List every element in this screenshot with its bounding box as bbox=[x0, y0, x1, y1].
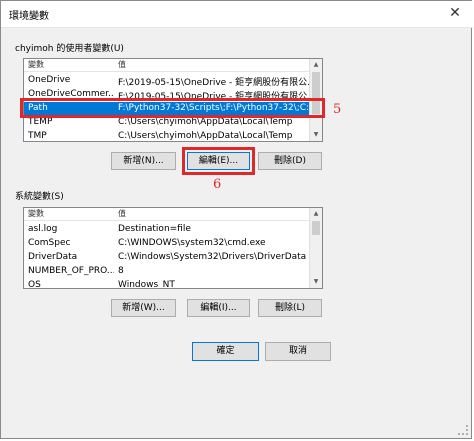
scroll-down-icon[interactable]: ▼ bbox=[310, 276, 322, 288]
vertical-scrollbar[interactable]: ▲ ▼ bbox=[309, 208, 322, 288]
table-row[interactable]: NUMBER_OF_PRO... 8 bbox=[24, 265, 310, 278]
table-row[interactable]: DriverData C:\Windows\System32\Drivers\D… bbox=[24, 251, 310, 264]
list-header: 變數 值 bbox=[24, 208, 310, 221]
variable-value: C:\Windows\System32\Drivers\DriverData bbox=[118, 252, 307, 262]
scroll-up-icon[interactable]: ▲ bbox=[310, 59, 322, 71]
variable-name: OS bbox=[28, 280, 41, 289]
user-new-button[interactable]: 新增(N)... bbox=[111, 152, 176, 170]
variable-value: C:\WINDOWS\system32\cmd.exe bbox=[118, 238, 266, 248]
table-row[interactable]: TMP C:\Users\chyimoh\AppData\Local\Temp bbox=[24, 130, 310, 141]
table-row[interactable]: OS Windows_NT bbox=[24, 279, 310, 289]
edit-button-highlight-box bbox=[182, 147, 255, 175]
title-bar: 環境變數 ✕ bbox=[1, 1, 473, 28]
scroll-up-icon[interactable]: ▲ bbox=[310, 208, 322, 220]
window-title: 環境變數 bbox=[9, 11, 49, 22]
variable-value: C:\Users\chyimoh\AppData\Local\Temp bbox=[118, 117, 293, 127]
system-new-button[interactable]: 新增(W)... bbox=[111, 299, 176, 317]
table-row[interactable]: OneDrive F:\2019-05-15\OneDrive - 鉅亨網股份有… bbox=[24, 74, 310, 88]
variable-value: C:\Users\chyimoh\AppData\Local\Temp bbox=[118, 131, 293, 141]
column-header-variable: 變數 bbox=[28, 60, 44, 69]
system-edit-button[interactable]: 編輯(I)... bbox=[187, 299, 250, 317]
system-delete-button[interactable]: 刪除(L) bbox=[258, 299, 322, 317]
variable-name: TEMP bbox=[28, 117, 53, 127]
variable-name: ComSpec bbox=[28, 238, 71, 248]
variable-name: OneDrive bbox=[28, 75, 71, 85]
path-highlight-box bbox=[20, 98, 325, 118]
system-variables-label: 系統變數(S) bbox=[15, 192, 64, 202]
user-variables-label: chyimoh 的使用者變數(U) bbox=[15, 44, 124, 54]
table-row[interactable]: ComSpec C:\WINDOWS\system32\cmd.exe bbox=[24, 237, 310, 250]
scroll-down-icon[interactable]: ▼ bbox=[310, 129, 322, 141]
column-header-variable: 變數 bbox=[28, 209, 44, 218]
column-header-value: 值 bbox=[118, 209, 126, 218]
cancel-button[interactable]: 取消 bbox=[265, 342, 331, 361]
system-variables-list[interactable]: 變數 值 asl.log Destination=file ComSpec C:… bbox=[23, 207, 323, 289]
close-icon[interactable]: ✕ bbox=[445, 3, 465, 23]
list-header: 變數 值 bbox=[24, 59, 310, 72]
column-header-value: 值 bbox=[118, 60, 126, 69]
annotation-marker-6: 6 bbox=[213, 177, 222, 192]
annotation-marker-5: 5 bbox=[333, 102, 342, 117]
table-row[interactable]: asl.log Destination=file bbox=[24, 223, 310, 236]
variable-name: NUMBER_OF_PRO... bbox=[28, 266, 114, 276]
variable-value: 8 bbox=[118, 266, 124, 276]
variable-value: Destination=file bbox=[118, 224, 191, 234]
variable-name: asl.log bbox=[28, 224, 58, 234]
ok-button[interactable]: 確定 bbox=[192, 342, 259, 361]
variable-name: DriverData bbox=[28, 252, 78, 262]
variable-value: F:\2019-05-15\OneDrive - 鉅亨網股份有限公... bbox=[118, 78, 310, 88]
resize-grip[interactable] bbox=[458, 425, 468, 435]
environment-variables-dialog: 環境變數 ✕ chyimoh 的使用者變數(U) 變數 值 OneDrive F… bbox=[0, 0, 473, 439]
variable-value: Windows_NT bbox=[118, 280, 175, 289]
user-delete-button[interactable]: 刪除(D) bbox=[258, 152, 322, 170]
variable-name: TMP bbox=[28, 131, 47, 141]
scroll-thumb[interactable] bbox=[312, 221, 320, 235]
